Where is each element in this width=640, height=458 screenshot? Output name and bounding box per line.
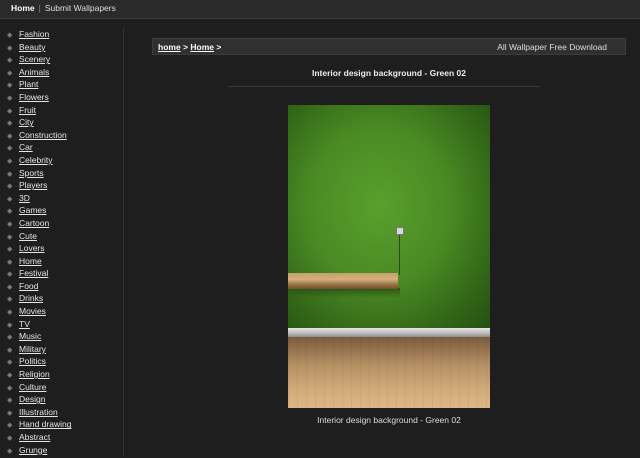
- top-bar: Home | Submit Wallpapers: [0, 0, 640, 19]
- sidebar-item-flowers[interactable]: ◆ Flowers: [0, 91, 123, 104]
- sidebar-item-link[interactable]: Beauty: [19, 42, 45, 52]
- sidebar-item-link[interactable]: Players: [19, 180, 47, 190]
- sidebar-item-link[interactable]: Food: [19, 281, 38, 291]
- sidebar-item-link[interactable]: Cute: [19, 231, 37, 241]
- cord-graphic: [399, 235, 400, 275]
- sidebar-item-link[interactable]: Abstract: [19, 432, 50, 442]
- breadcrumb-tagline: All Wallpaper Free Download: [497, 42, 607, 52]
- nav-separator: |: [38, 3, 41, 13]
- sidebar-item-music[interactable]: ◆ Music: [0, 330, 123, 343]
- nav-submit-wallpapers-link[interactable]: Submit Wallpapers: [45, 3, 116, 13]
- sidebar-item-plant[interactable]: ◆ Plant: [0, 78, 123, 91]
- breadcrumb: home > Home > All Wallpaper Free Downloa…: [152, 38, 626, 55]
- sidebar-item-link[interactable]: Religion: [19, 369, 50, 379]
- sidebar-item-beauty[interactable]: ◆ Beauty: [0, 41, 123, 54]
- top-nav: Home | Submit Wallpapers: [11, 3, 116, 13]
- sidebar-item-link[interactable]: Plant: [19, 79, 38, 89]
- sidebar-item-link[interactable]: Scenery: [19, 54, 50, 64]
- category-list: ◆ Fashion ◆ Beauty ◆ Scenery ◆ Animals ◆ Plant ◆ Fl…: [0, 28, 123, 456]
- sidebar-item-fruit[interactable]: ◆ Fruit: [0, 104, 123, 117]
- baseboard-graphic: [288, 328, 490, 337]
- sidebar-item-military[interactable]: ◆ Military: [0, 343, 123, 356]
- sidebar-item-link[interactable]: Fruit: [19, 105, 36, 115]
- category-sidebar: ◆ Fashion ◆ Beauty ◆ Scenery ◆ Animals ◆ Plant ◆ Fl…: [0, 28, 124, 457]
- sidebar-item-abstract[interactable]: ◆ Abstract: [0, 431, 123, 444]
- sidebar-item-link[interactable]: Design: [19, 394, 45, 404]
- sidebar-item-construction[interactable]: ◆ Construction: [0, 129, 123, 142]
- nav-home-link[interactable]: Home: [11, 3, 35, 13]
- sidebar-item-city[interactable]: ◆ City: [0, 116, 123, 129]
- wood-floor-graphic: [288, 337, 490, 408]
- sidebar-item-home[interactable]: ◆ Home: [0, 255, 123, 268]
- sidebar-item-link[interactable]: 3D: [19, 193, 30, 203]
- sidebar-item-link[interactable]: Fashion: [19, 29, 49, 39]
- sidebar-item-scenery[interactable]: ◆ Scenery: [0, 53, 123, 66]
- sidebar-item-link[interactable]: Movies: [19, 306, 46, 316]
- sidebar-item-design[interactable]: ◆ Design: [0, 393, 123, 406]
- bullet-icon: ◆: [7, 447, 13, 455]
- sidebar-item-religion[interactable]: ◆ Religion: [0, 368, 123, 381]
- sidebar-item-link[interactable]: Politics: [19, 356, 46, 366]
- wallpaper-caption: Interior design background - Green 02: [317, 415, 461, 425]
- sidebar-item-link[interactable]: City: [19, 117, 34, 127]
- sidebar-item-games[interactable]: ◆ Games: [0, 204, 123, 217]
- sidebar-item-link[interactable]: Illustration: [19, 407, 58, 417]
- sidebar-item-link[interactable]: Hand drawing: [19, 419, 71, 429]
- sidebar-item-drinks[interactable]: ◆ Drinks: [0, 292, 123, 305]
- wallpaper-preview-image[interactable]: [288, 105, 490, 408]
- sidebar-item-cute[interactable]: ◆ Cute: [0, 230, 123, 243]
- sidebar-item-fashion[interactable]: ◆ Fashion: [0, 28, 123, 41]
- sidebar-item-tv[interactable]: ◆ TV: [0, 318, 123, 331]
- sidebar-item-link[interactable]: Culture: [19, 382, 46, 392]
- sidebar-item-culture[interactable]: ◆ Culture: [0, 381, 123, 394]
- title-divider: [228, 86, 540, 87]
- breadcrumb-separator: >: [183, 42, 189, 52]
- sidebar-item-cartoon[interactable]: ◆ Cartoon: [0, 217, 123, 230]
- sidebar-item-link[interactable]: Celebrity: [19, 155, 53, 165]
- sidebar-item-animals[interactable]: ◆ Animals: [0, 66, 123, 79]
- breadcrumb-trail: home > Home >: [158, 42, 221, 52]
- sidebar-item-movies[interactable]: ◆ Movies: [0, 305, 123, 318]
- sidebar-item-players[interactable]: ◆ Players: [0, 179, 123, 192]
- shelf-shadow: [288, 288, 400, 298]
- sidebar-item-link[interactable]: Lovers: [19, 243, 45, 253]
- sidebar-item-link[interactable]: Construction: [19, 130, 67, 140]
- sidebar-item-hand-drawing[interactable]: ◆ Hand drawing: [0, 418, 123, 431]
- sidebar-item-link[interactable]: Drinks: [19, 293, 43, 303]
- sidebar-item-link[interactable]: Home: [19, 256, 42, 266]
- page-title: Interior design background - Green 02: [312, 68, 466, 78]
- breadcrumb-home-category-link[interactable]: Home: [190, 42, 214, 52]
- sidebar-item-celebrity[interactable]: ◆ Celebrity: [0, 154, 123, 167]
- sidebar-item-car[interactable]: ◆ Car: [0, 141, 123, 154]
- sidebar-item-link[interactable]: Festival: [19, 268, 48, 278]
- sidebar-item-link[interactable]: Animals: [19, 67, 49, 77]
- sidebar-item-3d[interactable]: ◆ 3D: [0, 192, 123, 205]
- breadcrumb-separator: >: [216, 42, 222, 52]
- sidebar-item-link[interactable]: Cartoon: [19, 218, 49, 228]
- sidebar-item-festival[interactable]: ◆ Festival: [0, 267, 123, 280]
- sidebar-item-illustration[interactable]: ◆ Illustration: [0, 406, 123, 419]
- sidebar-item-link[interactable]: Car: [19, 142, 33, 152]
- breadcrumb-home-link[interactable]: home: [158, 42, 181, 52]
- sidebar-item-link[interactable]: Military: [19, 344, 46, 354]
- light-switch-graphic: [396, 227, 404, 235]
- sidebar-item-politics[interactable]: ◆ Politics: [0, 355, 123, 368]
- sidebar-item-sports[interactable]: ◆ Sports: [0, 167, 123, 180]
- sidebar-item-link[interactable]: Grunge: [19, 445, 47, 455]
- sidebar-item-grunge[interactable]: ◆ Grunge: [0, 444, 123, 457]
- sidebar-item-food[interactable]: ◆ Food: [0, 280, 123, 293]
- sidebar-item-link[interactable]: Games: [19, 205, 46, 215]
- sidebar-item-link[interactable]: TV: [19, 319, 30, 329]
- sidebar-item-lovers[interactable]: ◆ Lovers: [0, 242, 123, 255]
- sidebar-item-link[interactable]: Sports: [19, 168, 44, 178]
- wooden-shelf-graphic: [288, 273, 398, 289]
- sidebar-item-link[interactable]: Flowers: [19, 92, 49, 102]
- sidebar-item-link[interactable]: Music: [19, 331, 41, 341]
